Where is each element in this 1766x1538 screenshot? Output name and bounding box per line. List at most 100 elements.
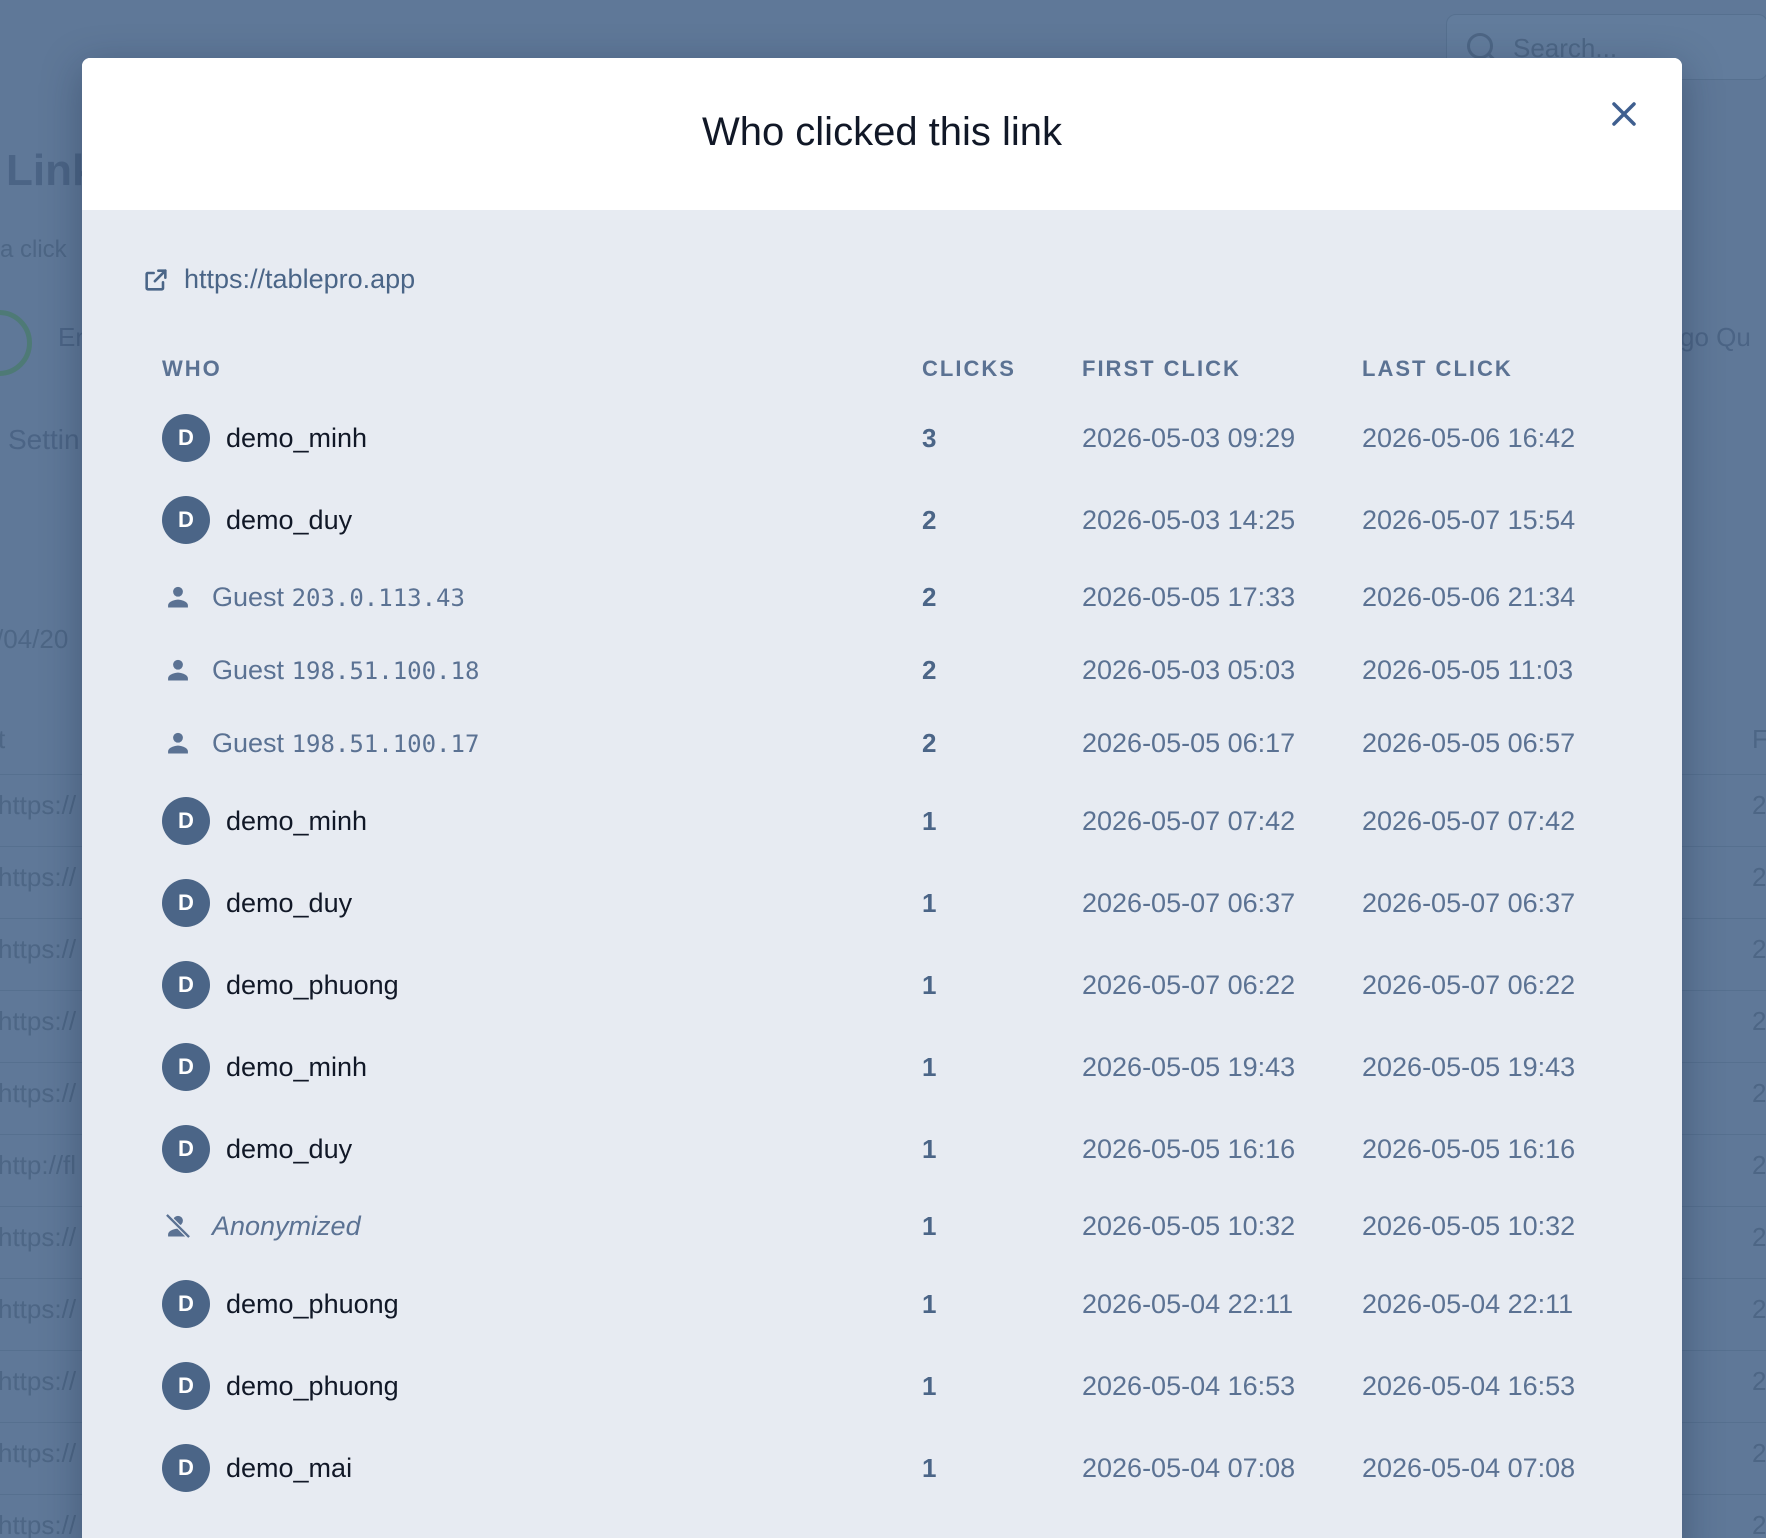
background-row-value: 2	[1752, 1006, 1766, 1036]
first-click-time: 2026-05-03 09:29	[1082, 423, 1296, 453]
clicks-count: 2	[922, 728, 937, 758]
last-click-time: 2026-05-07 15:54	[1362, 505, 1576, 535]
who-cell: Anonymized	[162, 1196, 361, 1256]
user-name: demo_duy	[226, 887, 353, 918]
clicks-count: 1	[922, 1371, 937, 1401]
table-row: Ddemo_duy 1 2026-05-07 06:37 2026-05-07 06:…	[162, 873, 1622, 933]
avatar: D	[162, 1280, 210, 1328]
external-link-icon	[145, 268, 167, 291]
who-cell: Ddemo_minh	[162, 791, 367, 851]
clicks-count: 2	[922, 655, 937, 685]
avatar: D	[162, 797, 210, 845]
background-row-url: https://	[0, 1222, 77, 1252]
last-click-time: 2026-05-05 06:57	[1362, 728, 1576, 758]
background-row-url: https://	[0, 862, 77, 892]
background-row-url: http://fl	[0, 1150, 77, 1180]
guest-ip: 198.51.100.17	[291, 729, 480, 758]
user-name: demo_phuong	[226, 969, 399, 1000]
table-row: Guest 203.0.113.43 2 2026-05-05 17:33 2026-…	[162, 567, 1622, 627]
avatar: D	[162, 879, 210, 927]
table-row: Guest 198.51.100.17 2 2026-05-05 06:17 2026…	[162, 713, 1622, 773]
who-cell: Ddemo_phuong	[162, 1274, 399, 1334]
background-row-value: 2	[1752, 1150, 1766, 1180]
clicks-count: 3	[922, 423, 937, 453]
first-click-time: 2026-05-05 19:43	[1082, 1052, 1296, 1082]
background-row-value: 2	[1752, 1294, 1766, 1324]
table-row: Anonymized 1 2026-05-05 10:32 2026-05-05 10…	[162, 1196, 1622, 1256]
table-row: Ddemo_phuong 1 2026-05-04 22:11 2026-05-04 …	[162, 1274, 1622, 1334]
clicks-count: 1	[922, 806, 937, 836]
link-url[interactable]: https://tablepro.app	[142, 264, 415, 295]
background-row-url: https://	[0, 1006, 77, 1036]
last-click-time: 2026-05-05 10:32	[1362, 1211, 1576, 1241]
column-header-last-click: LAST CLICK	[1362, 356, 1513, 381]
user-name: demo_minh	[226, 1051, 368, 1082]
first-click-time: 2026-05-04 16:53	[1082, 1371, 1296, 1401]
avatar: D	[162, 1043, 210, 1091]
who-cell: Ddemo_phuong	[162, 1356, 399, 1416]
table-row: Ddemo_minh 3 2026-05-03 09:29 2026-05-06 16…	[162, 408, 1622, 468]
close-icon	[1612, 102, 1636, 126]
first-click-time: 2026-05-05 06:17	[1082, 728, 1296, 758]
last-click-time: 2026-05-07 07:42	[1362, 806, 1576, 836]
who-cell: Ddemo_duy	[162, 1119, 352, 1179]
avatar: D	[162, 1362, 210, 1410]
last-click-time: 2026-05-06 21:34	[1362, 582, 1576, 612]
background-row-url: https://	[0, 1438, 77, 1468]
background-row-url: https://	[0, 1294, 77, 1324]
avatar: D	[162, 414, 210, 462]
person-icon	[168, 586, 188, 608]
column-header-first-click: FIRST CLICK	[1082, 356, 1241, 381]
clicks-count: 1	[922, 970, 937, 1000]
table-row: Ddemo_minh 1 2026-05-05 19:43 2026-05-05 19…	[162, 1037, 1622, 1097]
background-row-url: https://	[0, 790, 77, 820]
who-cell: Ddemo_minh	[162, 1037, 367, 1097]
user-name: demo_minh	[226, 422, 368, 453]
clicks-count: 2	[922, 582, 937, 612]
clicks-count: 2	[922, 505, 937, 535]
who-cell: Ddemo_minh	[162, 408, 367, 468]
person-icon	[168, 732, 188, 754]
modal-title: Who clicked this link	[701, 110, 1063, 154]
modal-header: Who clicked this link	[82, 58, 1682, 210]
first-click-time: 2026-05-07 07:42	[1082, 806, 1296, 836]
guest-name: Guest 198.51.100.18	[212, 655, 479, 686]
table-row: Ddemo_duy 2 2026-05-03 14:25 2026-05-07 15:…	[162, 490, 1622, 550]
table-row: Guest 198.51.100.18 2 2026-05-03 05:03 2026…	[162, 640, 1622, 700]
user-name: demo_mai	[226, 1452, 353, 1483]
first-click-time: 2026-05-04 07:08	[1082, 1453, 1296, 1483]
first-click-time: 2026-05-07 06:37	[1082, 888, 1296, 918]
table-row: Ddemo_duy 1 2026-05-05 16:16 2026-05-05 16:…	[162, 1119, 1622, 1179]
background-row-value: 2	[1752, 790, 1766, 820]
anonymized-name: Anonymized	[212, 1210, 361, 1241]
who-cell: Guest 198.51.100.17	[162, 713, 479, 773]
first-click-time: 2026-05-04 22:11	[1082, 1289, 1294, 1319]
clicks-count: 1	[922, 1052, 937, 1082]
who-cell: Guest 203.0.113.43	[162, 567, 465, 627]
avatar: D	[162, 496, 210, 544]
guest-label: Guest	[212, 727, 285, 758]
first-click-time: 2026-05-05 17:33	[1082, 582, 1296, 612]
last-click-time: 2026-05-04 22:11	[1362, 1289, 1574, 1319]
last-click-time: 2026-05-07 06:37	[1362, 888, 1576, 918]
search-icon	[1467, 33, 1493, 59]
close-button[interactable]	[1604, 94, 1644, 134]
background-toggle	[0, 310, 32, 376]
background-settings-tab: Settin	[8, 424, 80, 455]
user-name: demo_duy	[226, 1133, 353, 1164]
clicks-count: 1	[922, 1289, 937, 1319]
first-click-time: 2026-05-03 14:25	[1082, 505, 1296, 535]
who-cell: Ddemo_duy	[162, 873, 352, 933]
who-cell: Ddemo_mai	[162, 1438, 352, 1498]
user-name: demo_duy	[226, 504, 353, 535]
guest-label: Guest	[212, 654, 285, 685]
background-row-url: https://	[0, 1078, 77, 1108]
last-click-time: 2026-05-07 06:22	[1362, 970, 1576, 1000]
guest-name: Guest 203.0.113.43	[212, 582, 465, 613]
person-off-icon	[165, 1213, 191, 1239]
who-cell: Ddemo_phuong	[162, 955, 399, 1015]
last-click-time: 2026-05-06 16:42	[1362, 423, 1576, 453]
table-row: Ddemo_phuong 1 2026-05-07 06:22 2026-05-07 …	[162, 955, 1622, 1015]
user-name: demo_phuong	[226, 1370, 399, 1401]
guest-ip: 198.51.100.18	[291, 656, 480, 685]
